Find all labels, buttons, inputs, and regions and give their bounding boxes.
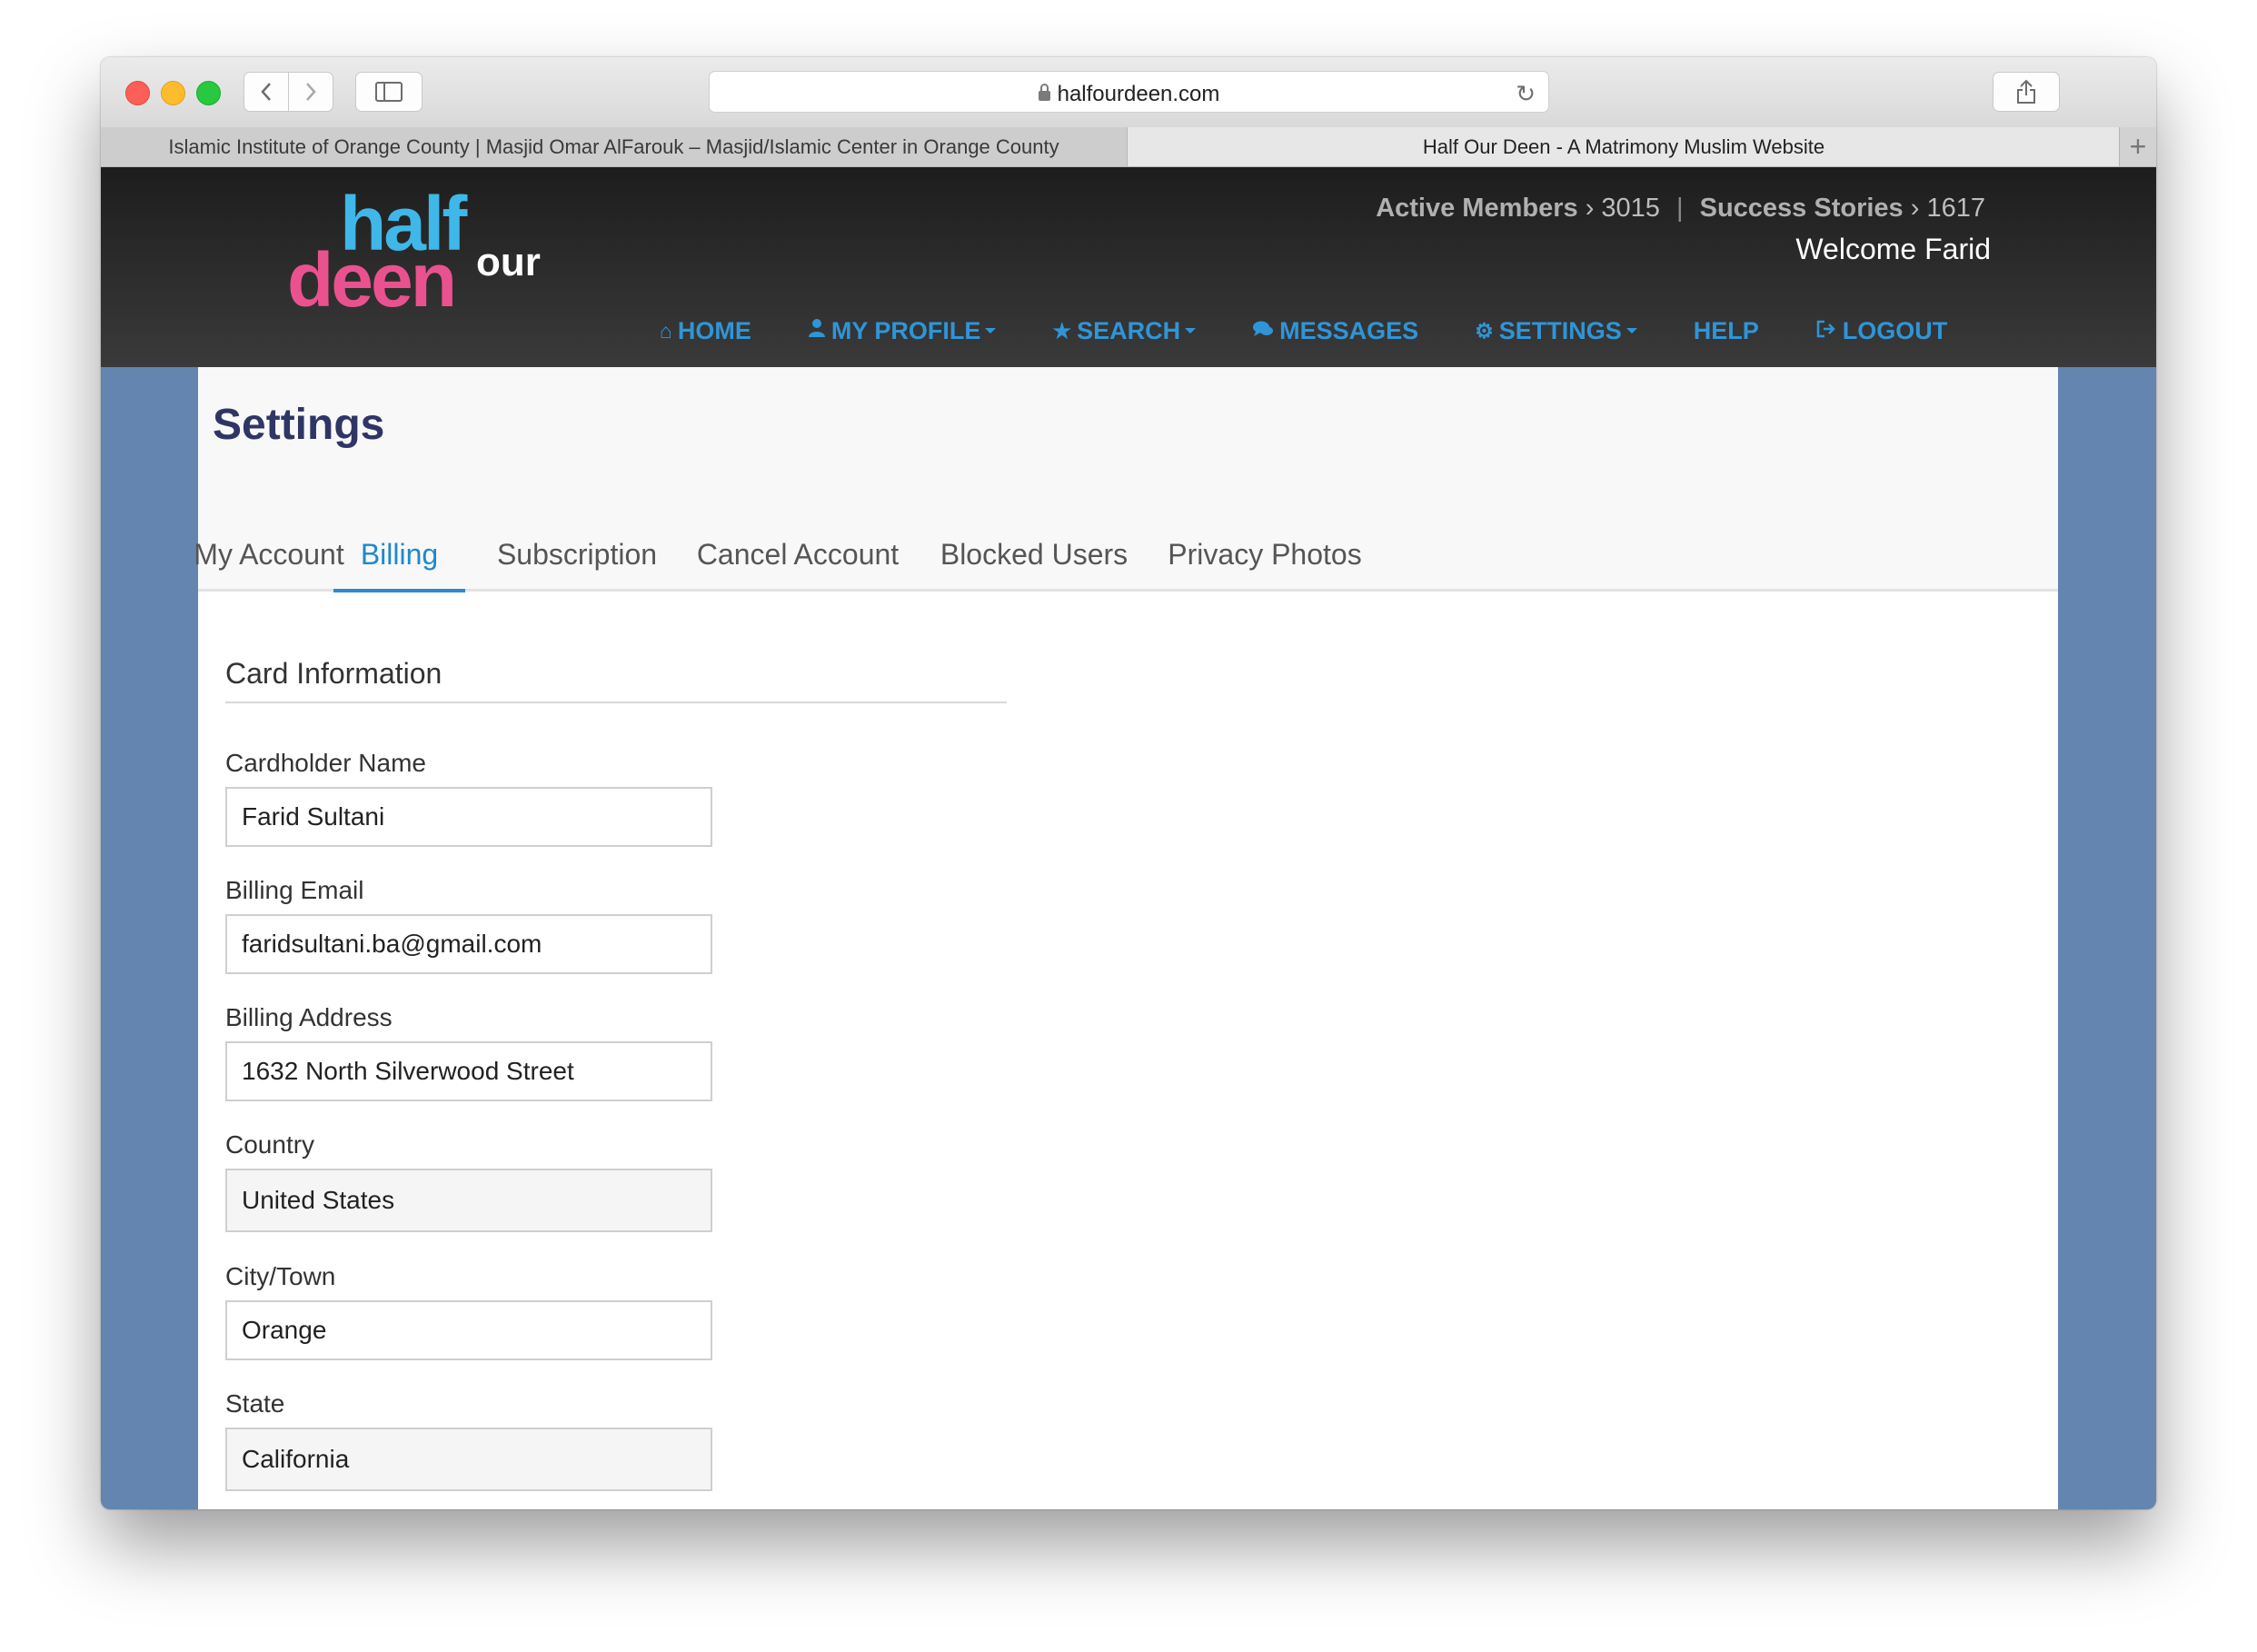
settings-header: Settings My Account Billing Subscription… [194, 367, 2058, 592]
tab-privacy-photos[interactable]: Privacy Photos [1160, 520, 1369, 589]
browser-tab-bar: Islamic Institute of Orange County | Mas… [101, 127, 2156, 167]
site-header: half deen our Active Members › 3015 | Su… [101, 167, 2156, 367]
browser-toolbar: halfourdeen.com ↻ [101, 57, 2156, 281]
cardholder-name-input[interactable] [225, 787, 712, 847]
browser-tab-1[interactable]: Islamic Institute of Orange County | Mas… [101, 127, 1128, 166]
share-icon [2017, 79, 2035, 104]
nav-messages[interactable]: MESSAGES [1252, 313, 1418, 349]
user-icon [808, 318, 826, 343]
nav-search[interactable]: ★ SEARCH [1052, 313, 1197, 349]
stats-arrow: › [1585, 194, 1595, 223]
city-label: City/Town [225, 1262, 336, 1290]
stats-arrow: › [1910, 194, 1920, 223]
sidebar-icon [375, 82, 403, 102]
welcome-message: Welcome Farid [1795, 233, 1991, 265]
nav-help[interactable]: HELP [1694, 313, 1759, 349]
nav-settings[interactable]: ⚙ SETTINGS [1475, 313, 1637, 349]
billing-email-input[interactable] [225, 914, 712, 974]
logo-our: our [476, 240, 541, 284]
new-tab-button[interactable]: + [2119, 127, 2156, 166]
browser-tab-2[interactable]: Half Our Deen - A Matrimony Muslim Websi… [1128, 127, 2120, 166]
active-members-count: 3015 [1601, 194, 1660, 223]
tab-blocked-users[interactable]: Blocked Users [936, 520, 1132, 589]
nav-my-profile[interactable]: MY PROFILE [808, 313, 997, 349]
url-text: halfourdeen.com [1057, 82, 1220, 106]
lock-icon [1038, 84, 1050, 101]
billing-address-input[interactable] [225, 1041, 712, 1101]
nav-logout[interactable]: LOGOUT [1815, 313, 1948, 349]
cardholder-name-label: Cardholder Name [225, 749, 426, 777]
success-stories-label: Success Stories [1699, 194, 1904, 223]
chat-icon [1252, 319, 1274, 343]
gear-icon: ⚙ [1475, 318, 1494, 343]
page-background: Settings My Account Billing Subscription… [101, 367, 2156, 1509]
caret-down-icon [1626, 328, 1637, 333]
site-logo[interactable]: half deen our [287, 181, 551, 338]
nav-messages-label: MESSAGES [1279, 316, 1419, 344]
chevron-right-icon [306, 83, 316, 101]
nav-help-label: HELP [1693, 316, 1759, 344]
nav-home-label: HOME [677, 316, 751, 344]
tab-billing[interactable]: Billing [333, 520, 465, 592]
tab-subscription[interactable]: Subscription [491, 520, 663, 589]
country-value: United States [242, 1186, 395, 1214]
nav-my-profile-label: MY PROFILE [830, 316, 981, 344]
nav-search-label: SEARCH [1077, 316, 1181, 344]
zoom-window-button[interactable] [196, 81, 221, 105]
nav-settings-label: SETTINGS [1498, 316, 1622, 344]
back-button[interactable] [244, 72, 289, 112]
tab-my-account[interactable]: My Account [194, 520, 343, 589]
caret-down-icon [985, 328, 997, 333]
city-input[interactable] [225, 1300, 712, 1360]
country-select[interactable]: United States [225, 1169, 712, 1232]
address-bar[interactable]: halfourdeen.com ↻ [709, 71, 1549, 113]
star-icon: ★ [1052, 318, 1072, 343]
state-value: California [242, 1445, 350, 1473]
home-icon: ⌂ [660, 318, 672, 343]
nav-home[interactable]: ⌂ HOME [660, 313, 751, 349]
state-label: State [225, 1389, 285, 1418]
nav-logout-label: LOGOUT [1842, 316, 1948, 344]
logout-icon [1815, 319, 1837, 343]
plus-icon: + [2129, 130, 2147, 163]
state-select[interactable]: California [225, 1428, 712, 1491]
settings-panel: Settings My Account Billing Subscription… [194, 367, 2058, 1509]
active-members-label: Active Members [1376, 194, 1578, 223]
page-title: Settings [213, 401, 385, 449]
tab-cancel-account[interactable]: Cancel Account [689, 520, 907, 589]
minimize-window-button[interactable] [161, 81, 185, 105]
country-label: Country [225, 1130, 315, 1159]
caret-down-icon [1185, 328, 1197, 333]
browser-window: halfourdeen.com ↻ Islamic Institute of O… [101, 57, 2156, 1509]
forward-button[interactable] [288, 72, 333, 112]
billing-address-label: Billing Address [225, 1003, 393, 1031]
site-stats: Active Members › 3015 | Success Stories … [1376, 194, 1985, 224]
success-stories-count: 1617 [1926, 194, 1985, 223]
reload-icon[interactable]: ↻ [1516, 80, 1536, 108]
sidebar-toggle-button[interactable] [355, 72, 423, 112]
stats-separator: | [1676, 194, 1684, 223]
close-window-button[interactable] [125, 81, 150, 105]
billing-email-label: Billing Email [225, 876, 364, 904]
main-nav: ⌂ HOME MY PROFILE ★ SEARCH MESSAGES ⚙ SE… [660, 313, 2003, 349]
logo-deen: deen [287, 237, 457, 323]
section-title: Card Information [225, 657, 1007, 703]
share-button[interactable] [1993, 72, 2060, 112]
chevron-left-icon [261, 83, 271, 101]
